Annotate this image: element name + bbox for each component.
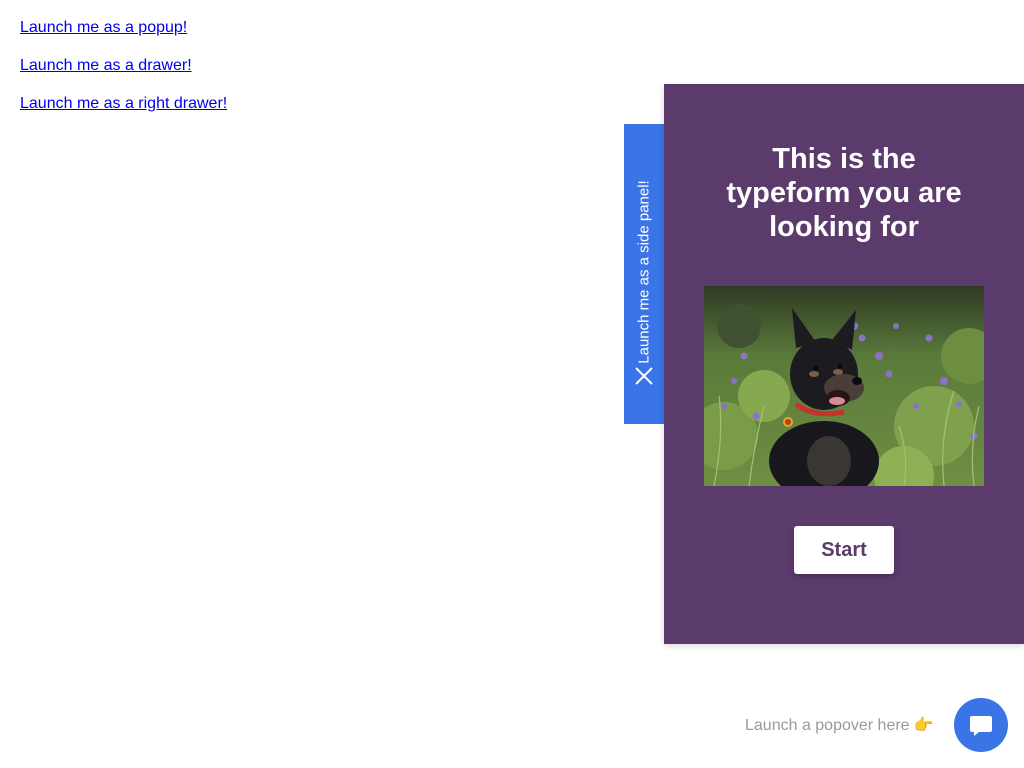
launch-popup-link[interactable]: Launch me as a popup! bbox=[20, 18, 227, 38]
popover-hint: Launch a popover here 👉 bbox=[745, 715, 934, 735]
side-panel-tab-label: Launch me as a side panel! bbox=[635, 180, 653, 364]
launch-links: Launch me as a popup! Launch me as a dra… bbox=[20, 18, 227, 132]
pointing-hand-icon: 👉 bbox=[913, 717, 934, 734]
launch-right-drawer-link[interactable]: Launch me as a right drawer! bbox=[20, 94, 227, 114]
chat-bubble-icon bbox=[970, 716, 992, 736]
close-icon[interactable] bbox=[634, 366, 654, 386]
start-button[interactable]: Start bbox=[794, 526, 894, 574]
typeform-title: This is the typeform you are looking for bbox=[726, 143, 962, 243]
popover-launch-button[interactable] bbox=[954, 698, 1008, 752]
typeform-side-panel: This is the typeform you are looking for bbox=[664, 84, 1024, 644]
launch-drawer-link[interactable]: Launch me as a drawer! bbox=[20, 56, 227, 76]
side-panel-tab[interactable]: Launch me as a side panel! bbox=[624, 124, 664, 424]
dog-image bbox=[704, 286, 984, 486]
popover-hint-label: Launch a popover here bbox=[745, 717, 910, 734]
